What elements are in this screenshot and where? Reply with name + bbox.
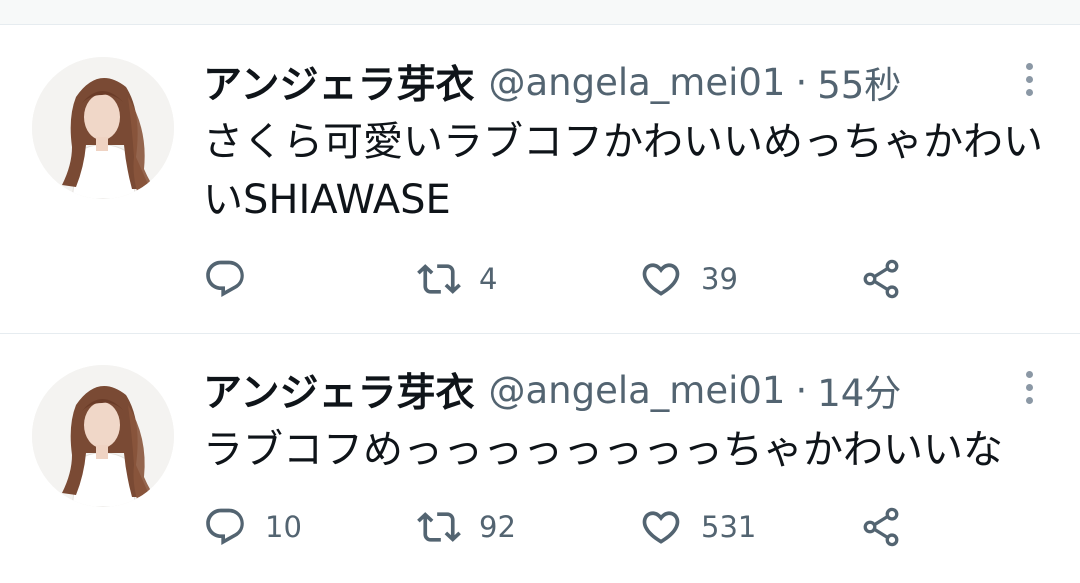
retweet-count: 4 bbox=[479, 262, 498, 296]
heart-icon bbox=[642, 263, 680, 296]
heart-icon bbox=[642, 511, 680, 544]
display-name[interactable]: アンジェラ芽衣 bbox=[203, 54, 474, 110]
separator-dot: · bbox=[795, 60, 808, 104]
display-name[interactable]: アンジェラ芽衣 bbox=[203, 362, 474, 418]
avatar[interactable] bbox=[32, 57, 174, 199]
tweet-header: アンジェラ芽衣 @angela_mei01 · 14分 bbox=[203, 363, 901, 417]
like-button[interactable]: 39 bbox=[639, 257, 738, 301]
like-count: 39 bbox=[701, 262, 738, 296]
reply-button[interactable] bbox=[203, 257, 265, 301]
like-button[interactable]: 531 bbox=[639, 505, 756, 549]
reply-icon bbox=[206, 508, 244, 545]
user-handle[interactable]: @angela_mei01 bbox=[488, 369, 785, 412]
tweet-card[interactable]: アンジェラ芽衣 @angela_mei01 · 55秒 さくら可愛いラブコフかわ… bbox=[0, 25, 1080, 334]
tweet-text: さくら可愛いラブコフかわいいめっちゃかわいいSHIAWASE bbox=[203, 119, 1043, 223]
more-icon[interactable] bbox=[1022, 63, 1036, 103]
timestamp[interactable]: 14分 bbox=[817, 363, 901, 417]
tweet-header: アンジェラ芽衣 @angela_mei01 · 55秒 bbox=[203, 55, 901, 109]
retweet-button[interactable]: 4 bbox=[417, 257, 497, 301]
share-button[interactable] bbox=[859, 505, 903, 549]
retweet-icon bbox=[417, 512, 461, 542]
share-button[interactable] bbox=[859, 257, 903, 301]
more-icon[interactable] bbox=[1022, 371, 1036, 411]
user-handle[interactable]: @angela_mei01 bbox=[488, 61, 785, 104]
reply-count: 10 bbox=[265, 510, 302, 544]
tweet-text: ラブコフめっっっっっっっっちゃかわいいな bbox=[203, 427, 1003, 473]
reply-icon bbox=[206, 260, 244, 297]
reply-button[interactable]: 10 bbox=[203, 505, 302, 549]
share-icon bbox=[863, 507, 899, 547]
timestamp[interactable]: 55秒 bbox=[817, 55, 901, 109]
separator-dot: · bbox=[795, 368, 808, 412]
share-icon bbox=[863, 259, 899, 299]
like-count: 531 bbox=[701, 510, 757, 544]
tweet-card[interactable]: アンジェラ芽衣 @angela_mei01 · 14分 ラブコフめっっっっっっっ… bbox=[0, 333, 1080, 583]
retweet-button[interactable]: 92 bbox=[417, 505, 516, 549]
retweet-icon bbox=[417, 264, 461, 294]
top-divider-bar bbox=[0, 0, 1080, 25]
retweet-count: 92 bbox=[479, 510, 516, 544]
avatar[interactable] bbox=[32, 365, 174, 507]
